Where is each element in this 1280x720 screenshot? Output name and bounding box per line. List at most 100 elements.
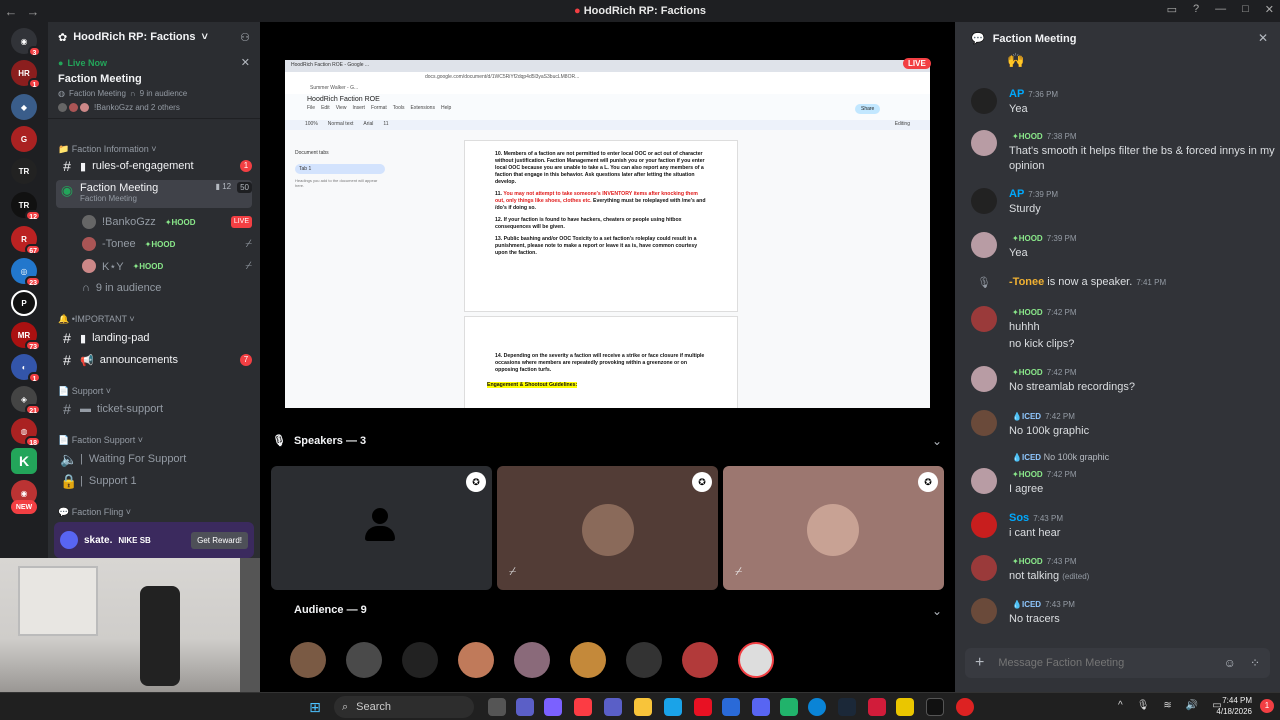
minimize-button[interactable]: — — [1215, 3, 1226, 16]
server-icon-5[interactable]: TR 12 — [11, 192, 41, 221]
server-icon-7[interactable]: ◎ 23 — [11, 258, 41, 287]
category-support[interactable]: 📄 Support ˅ — [58, 386, 111, 397]
teams-icon[interactable] — [516, 698, 534, 716]
reply-preview[interactable]: 💧ICED No 100k graphic — [1009, 452, 1280, 462]
voice-user-banko[interactable]: !BankoGzz ✦HOOD LIVE — [56, 212, 252, 232]
category-faction-support[interactable]: 📄 Faction Support ˅ — [58, 435, 143, 446]
tiktok-icon[interactable] — [926, 698, 944, 716]
chevron-up-icon[interactable]: ^ — [1118, 700, 1123, 711]
calendar-icon[interactable] — [664, 698, 682, 716]
invite-icon[interactable]: ⚇ — [240, 31, 250, 44]
discord-home-icon[interactable]: ◉ 3 — [11, 28, 41, 57]
voice-user-ky[interactable]: K⋆Y ✦HOOD ⌿ — [56, 256, 252, 276]
avatar[interactable] — [402, 642, 438, 678]
category-faction-information[interactable]: 📁 Faction Information ˅ — [58, 144, 157, 155]
avatar[interactable] — [458, 642, 494, 678]
avatar[interactable] — [971, 598, 997, 624]
discord-taskbar-icon[interactable] — [752, 698, 770, 716]
capcut-icon[interactable] — [722, 698, 740, 716]
category-faction-fling[interactable]: 💬 Faction Fling ˅ — [58, 507, 131, 518]
kick-server-icon[interactable]: K — [11, 448, 37, 474]
avatar[interactable] — [346, 642, 382, 678]
lens-icon[interactable] — [694, 698, 712, 716]
app-icon[interactable] — [780, 698, 798, 716]
inbox-icon[interactable]: ▭ — [1167, 3, 1177, 16]
voice-audience[interactable]: ∩ 9 in audience — [56, 278, 252, 298]
close-chat-icon[interactable]: ✕ — [1258, 31, 1268, 45]
edge-icon[interactable] — [808, 698, 826, 716]
channel-support-1[interactable]: 🔒 | Support 1 — [56, 471, 252, 491]
server-icon-6[interactable]: R 67 — [11, 226, 41, 255]
server-icon-11[interactable]: ◈ 21 — [11, 386, 41, 415]
speaker-tile-2[interactable]: ✪ ⌿ — [497, 466, 718, 590]
share-button[interactable]: Share — [855, 104, 881, 114]
speaker-tile-1[interactable]: ✪ — [271, 466, 492, 590]
avatar[interactable] — [570, 642, 606, 678]
message-input[interactable] — [998, 657, 1210, 669]
screen-share[interactable]: HoodRich Faction ROE - Google ... docs.g… — [285, 60, 930, 408]
volume-icon[interactable]: 🔊 — [1186, 700, 1198, 711]
maximize-button[interactable]: □ — [1242, 3, 1249, 16]
avatar[interactable] — [514, 642, 550, 678]
channel-faction-meeting[interactable]: ◉ Faction Meeting Faction Meeting ▮ 12 50 — [56, 180, 252, 208]
server-icon-8[interactable]: P — [11, 290, 37, 316]
server-icon-10[interactable]: ◐ 1 — [11, 354, 41, 383]
server-icon-2[interactable]: ◆ — [11, 94, 37, 120]
apps-icon[interactable]: ⁘ — [1250, 656, 1260, 670]
close-button[interactable]: ✕ — [1265, 3, 1274, 16]
avatar[interactable] — [971, 232, 997, 258]
get-reward-button[interactable]: Get Reward! — [191, 531, 248, 549]
avatar[interactable] — [971, 130, 997, 156]
notification-badge[interactable]: 1 — [1260, 699, 1274, 713]
promo-banner[interactable]: skate. NIKE SB Get Reward! — [54, 522, 254, 558]
avatar[interactable] — [971, 306, 997, 332]
obs-icon[interactable] — [956, 698, 974, 716]
windows-start-icon[interactable]: ⊞ — [306, 698, 324, 716]
task-view-icon[interactable] — [488, 698, 506, 716]
chevron-down-icon[interactable]: ⌄ — [932, 434, 942, 448]
avatar[interactable] — [971, 188, 997, 214]
channel-ticket-support[interactable]: # ▬ ticket-support — [56, 399, 252, 419]
microphone-icon[interactable]: 🎙 — [1137, 700, 1150, 711]
avatar[interactable] — [626, 642, 662, 678]
file-explorer-icon[interactable] — [634, 698, 652, 716]
channel-announcements[interactable]: # 📢 announcements 7 — [56, 350, 252, 370]
voice-user-tonee[interactable]: -Tonee ✦HOOD ⌿ — [56, 234, 252, 254]
category-important[interactable]: 🔔 •IMPORTANT ˅ — [58, 314, 135, 325]
server-icon-3[interactable]: G — [11, 126, 37, 152]
copilot-icon[interactable] — [544, 698, 562, 716]
avatar[interactable] — [682, 642, 718, 678]
clock[interactable]: 7:44 PM 4/18/2026 — [1208, 695, 1252, 717]
help-icon[interactable]: ? — [1193, 3, 1199, 16]
speakers-header[interactable]: 🎙 Speakers — 3 — [272, 434, 366, 448]
chevron-down-icon[interactable]: ⌄ — [932, 604, 942, 618]
server-header[interactable]: ✿ HoodRich RP: Factions ˅ ⚇ — [48, 22, 260, 52]
wifi-icon[interactable]: ≋ — [1163, 700, 1171, 711]
channel-rules-of-engagement[interactable]: # ▮ rules-of-engagement 1 — [56, 156, 252, 176]
avatar[interactable] — [971, 512, 997, 538]
server-icon-9[interactable]: MR 73 — [11, 322, 41, 351]
plus-icon[interactable]: + — [975, 654, 984, 672]
audience-header[interactable]: Audience — 9 — [294, 604, 367, 616]
channel-waiting-for-support[interactable]: 🔈 | Waiting For Support — [56, 449, 252, 469]
avatar[interactable] — [971, 555, 997, 581]
server-icon-12[interactable]: ◍ 18 — [11, 418, 41, 447]
emoji-icon[interactable]: ☺ — [1224, 656, 1236, 670]
teams-app-icon[interactable] — [604, 698, 622, 716]
avatar[interactable] — [971, 366, 997, 392]
channel-landing-pad[interactable]: # ▮ landing-pad — [56, 328, 252, 348]
avatar[interactable] — [971, 468, 997, 494]
server-icon-1[interactable]: HR 1 — [11, 60, 41, 89]
close-live-icon[interactable]: ✕ — [241, 56, 250, 69]
steam-icon[interactable] — [838, 698, 856, 716]
avatar[interactable] — [971, 410, 997, 436]
music-icon[interactable] — [574, 698, 592, 716]
speaker-tile-3[interactable]: ✪ ⌿ — [723, 466, 944, 590]
server-icon-4[interactable]: TR — [11, 158, 37, 184]
app-icon-2[interactable] — [868, 698, 886, 716]
avatar[interactable] — [971, 88, 997, 114]
avatar[interactable] — [738, 642, 774, 678]
app-icon-3[interactable] — [896, 698, 914, 716]
avatar[interactable] — [290, 642, 326, 678]
taskbar-search[interactable]: ⌕ Search — [334, 696, 474, 718]
